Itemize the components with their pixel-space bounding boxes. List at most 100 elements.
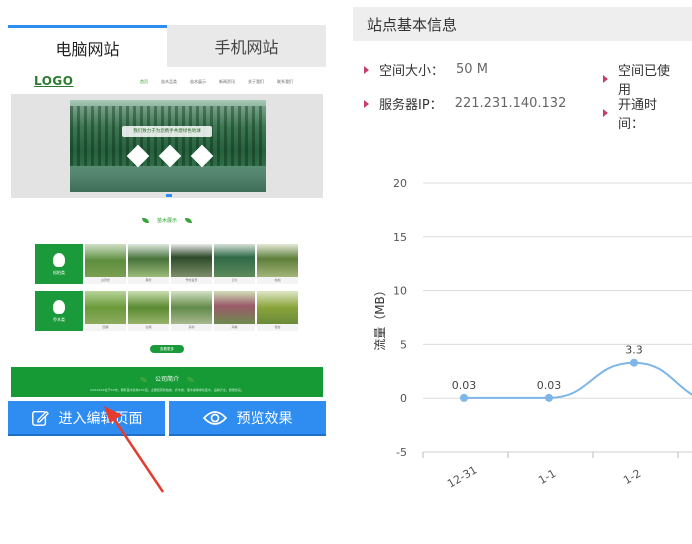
y-tick-label: 0 [400, 392, 407, 405]
tree-icon [53, 299, 65, 314]
preview-product: 海棠 [214, 291, 255, 331]
product-photo [85, 291, 126, 324]
y-tick-label: 10 [393, 285, 407, 298]
preview-section-title-text: 苗木展示 [156, 218, 177, 224]
preview-menu-item: 苗木品类 [161, 79, 177, 84]
y-tick-label: -5 [396, 446, 407, 459]
product-caption: 银杏 [274, 325, 281, 329]
preview-about-text: XXXXXXX位于XX市，拥有苗木基地XXX亩，主要经营松柏类、乔木类、灌木类等… [90, 388, 244, 392]
open-time-field: 开通时间： [603, 94, 692, 132]
preview-product-row: 乔木类 国槐 白蜡 栾树 海棠 银杏 [35, 291, 299, 331]
preview-more-button: 查看更多 [150, 345, 184, 353]
product-caption: 国槐 [102, 325, 109, 329]
edit-icon [31, 410, 49, 426]
bullet-icon [603, 109, 608, 117]
field-label: 空间大小： [379, 64, 445, 79]
leaf-icon [185, 218, 192, 223]
preview-menu-item: 首页 [140, 79, 148, 84]
data-label: 3.3 [625, 344, 643, 357]
preview-product: 银杏 [257, 291, 298, 331]
data-point [545, 393, 553, 402]
product-photo [171, 244, 212, 277]
preview-slogan: 我们致力于为您携手共建绿色地球 [122, 126, 212, 137]
product-caption: 黑松 [145, 278, 152, 282]
product-photo [171, 291, 212, 324]
preview-about-title-text: 公司简介 [154, 376, 179, 383]
product-caption: 白皮松 [100, 278, 110, 282]
preview-effect-button[interactable]: 预览效果 [169, 401, 326, 436]
y-tick-label: 5 [400, 338, 407, 351]
preview-effect-label: 预览效果 [236, 410, 293, 427]
x-tick-label: 12-31 [445, 463, 479, 490]
preview-product: 白皮松 [85, 244, 126, 284]
preview-section-title: 苗木展示 [8, 217, 326, 224]
traffic-line-chart: -5 0 5 10 15 20 12-31 1-1 1-2 流量（MB） 0.03 0.03 3.3 [373, 177, 692, 491]
product-caption: 白蜡 [145, 325, 152, 329]
preview-menu-item: 苗木展示 [190, 79, 206, 84]
tab-mobile-site[interactable]: 手机网站 [167, 25, 326, 67]
data-point [460, 393, 468, 402]
data-label: 0.03 [537, 379, 562, 392]
x-tick-label: 1-1 [536, 467, 558, 487]
preview-category-tile: 松柏类 [35, 244, 83, 284]
product-photo [214, 291, 255, 324]
tree-icon [53, 252, 65, 267]
field-label: 空间已使用 [618, 64, 671, 98]
product-caption: 雪松盆景 [185, 278, 198, 282]
preview-category-label: 松柏类 [53, 269, 65, 275]
y-tick-label: 15 [393, 231, 407, 244]
product-caption: 海棠 [231, 325, 238, 329]
website-preview[interactable]: LOGO 首页 苗木品类 苗木展示 新闻资讯 关于我们 联系我们 我们致力于为您… [8, 67, 326, 397]
eye-icon [202, 410, 227, 425]
product-photo [128, 244, 169, 277]
site-info-header: 站点基本信息 [353, 7, 692, 41]
leaf-icon [187, 377, 194, 382]
preview-product: 黑松 [128, 244, 169, 284]
preview-nav: LOGO 首页 苗木品类 苗木展示 新闻资讯 关于我们 联系我们 [8, 67, 326, 93]
x-tick-label: 1-2 [621, 467, 643, 487]
preview-product: 雪松盆景 [171, 244, 212, 284]
product-photo [85, 244, 126, 277]
tab-desktop-site[interactable]: 电脑网站 [8, 25, 167, 67]
preview-product: 白蜡 [128, 291, 169, 331]
server-ip-field: 服务器IP： 221.231.140.132 [364, 94, 566, 113]
preview-category-label: 乔木类 [53, 316, 65, 322]
product-photo [214, 244, 255, 277]
site-type-tabs: 电脑网站 手机网站 [8, 25, 326, 67]
leaf-icon [139, 377, 147, 382]
website-dashboard: 电脑网站 手机网站 LOGO 首页 苗木品类 苗木展示 新闻资讯 关于我们 联系… [0, 0, 692, 544]
field-value: 221.231.140.132 [454, 96, 567, 111]
series-line [464, 361, 692, 399]
product-caption: 云杉 [231, 278, 238, 282]
space-size-field: 空间大小： 50 M [364, 60, 488, 79]
preview-logo: LOGO [34, 74, 74, 88]
space-used-field: 空间已使用 [603, 60, 692, 98]
annotation-arrow [104, 406, 165, 493]
preview-product: 栾树 [171, 291, 212, 331]
product-photo [257, 244, 298, 277]
preview-about-title: 公司简介 [11, 374, 323, 383]
preview-about-section: 公司简介 XXXXXXX位于XX市，拥有苗木基地XXX亩，主要经营松柏类、乔木类… [11, 367, 323, 397]
preview-slide-indicator [166, 194, 172, 197]
site-info-title: 站点基本信息 [367, 15, 458, 34]
data-point [630, 358, 638, 367]
y-axis-label: 流量（MB） [373, 284, 387, 351]
preview-product: 国槐 [85, 291, 126, 331]
lake-graphic [70, 166, 266, 192]
product-caption: 桧柏 [274, 278, 281, 282]
product-photo [257, 291, 298, 324]
preview-category-tile: 乔木类 [35, 291, 83, 331]
field-label: 开通时间： [618, 98, 658, 132]
preview-menu-item: 联系我们 [277, 79, 293, 84]
product-photo [128, 291, 169, 324]
field-label: 服务器IP： [379, 98, 443, 113]
preview-product-row: 松柏类 白皮松 黑松 雪松盆景 云杉 桧柏 [35, 244, 299, 284]
preview-banner-image: 我们致力于为您携手共建绿色地球 [70, 100, 266, 192]
bullet-icon [603, 75, 608, 83]
y-tick-label: 20 [393, 177, 407, 190]
field-value: 50 M [456, 62, 488, 77]
preview-menu: 首页 苗木品类 苗木展示 新闻资讯 关于我们 联系我们 [140, 79, 293, 85]
preview-menu-item: 新闻资讯 [219, 79, 235, 84]
preview-product: 云杉 [214, 244, 255, 284]
bullet-icon [364, 99, 369, 108]
